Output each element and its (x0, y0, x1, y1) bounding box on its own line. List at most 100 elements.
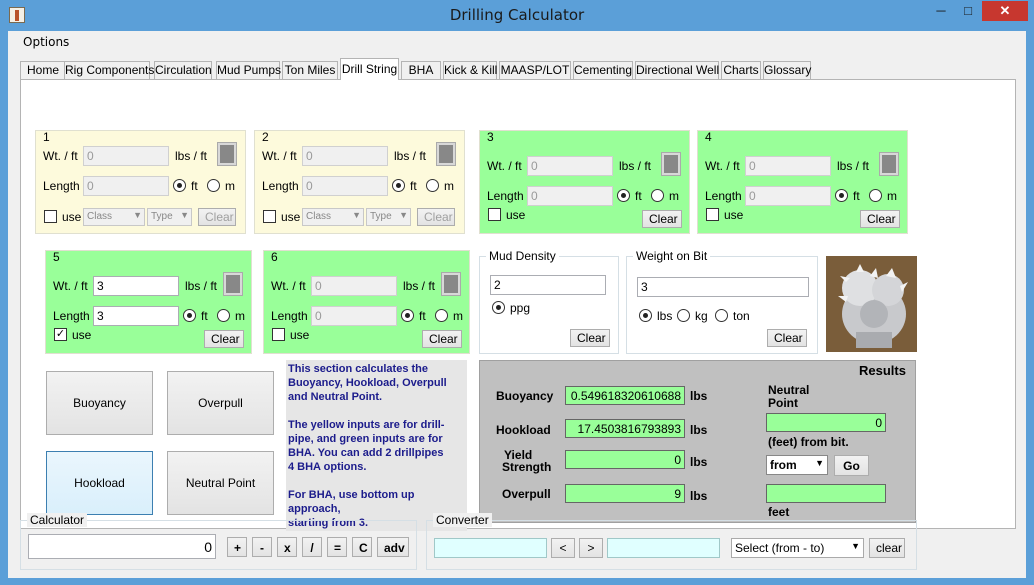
section-5-use-checkbox[interactable]: ✓ (54, 328, 67, 341)
m-radio[interactable] (426, 179, 439, 192)
m-radio[interactable] (217, 309, 230, 322)
calc-key-multiply[interactable]: x (277, 537, 297, 557)
section-4-color-swatch[interactable] (879, 152, 899, 176)
section-1-class-select[interactable]: Class ▼ (83, 208, 145, 226)
maximize-button[interactable]: □ (955, 1, 981, 21)
ft-label: ft (201, 309, 208, 323)
calc-key-plus[interactable]: + (227, 537, 247, 557)
section-5-wt-input[interactable] (93, 276, 179, 296)
section-2-length-input[interactable] (302, 176, 388, 196)
overpull-button[interactable]: Overpull (167, 371, 274, 435)
tab-rig-components[interactable]: Rig Components (64, 61, 154, 79)
drill-bit-image (826, 256, 917, 352)
section-1-color-swatch[interactable] (217, 142, 237, 166)
section-4-clear-button[interactable]: Clear (860, 210, 900, 228)
from-select[interactable]: from ▼ (766, 455, 828, 475)
tab-maasp-lot[interactable]: MAASP/LOT (499, 61, 571, 79)
section-3-wt-input[interactable] (527, 156, 613, 176)
ft-radio[interactable] (183, 309, 196, 322)
section-5-clear-button[interactable]: Clear (204, 330, 244, 348)
section-6-clear-button[interactable]: Clear (422, 330, 462, 348)
tab-kick-kill[interactable]: Kick & Kill (443, 61, 497, 79)
buoyancy-button[interactable]: Buoyancy (46, 371, 153, 435)
weight-on-bit-input[interactable] (637, 277, 809, 297)
section-6-use-checkbox[interactable] (272, 328, 285, 341)
calc-key-divide[interactable]: / (302, 537, 322, 557)
close-button[interactable]: ✕ (982, 1, 1028, 21)
section-2-use-checkbox[interactable] (263, 210, 276, 223)
minimize-button[interactable]: ─ (928, 1, 954, 21)
ft-radio[interactable] (392, 179, 405, 192)
calc-key-adv[interactable]: adv (377, 537, 409, 557)
converter-prev-button[interactable]: < (551, 538, 575, 558)
conversion-select[interactable]: Select (from - to) ▼ (731, 538, 864, 558)
section-6-length-input[interactable] (311, 306, 397, 326)
m-radio[interactable] (435, 309, 448, 322)
tab-home[interactable]: Home (20, 61, 66, 79)
converter-input-left[interactable] (434, 538, 547, 558)
section-3-length-input[interactable] (527, 186, 613, 206)
converter-next-button[interactable]: > (579, 538, 603, 558)
section-2-type-select[interactable]: Type ▼ (366, 208, 411, 226)
ft-radio[interactable] (617, 189, 630, 202)
ft-radio[interactable] (173, 179, 186, 192)
buoyancy-label: Buoyancy (496, 389, 554, 403)
ft-radio[interactable] (835, 189, 848, 202)
section-2-wt-input[interactable] (302, 146, 388, 166)
m-radio[interactable] (207, 179, 220, 192)
tab-mud-pumps[interactable]: Mud Pumps (216, 61, 281, 79)
tab-directional-well[interactable]: Directional Well (635, 61, 719, 79)
calculator-display[interactable] (28, 534, 216, 559)
ppg-radio[interactable] (492, 301, 505, 314)
section-6-wt-input[interactable] (311, 276, 397, 296)
section-1-use-checkbox[interactable] (44, 210, 57, 223)
length-label: Length (43, 179, 80, 193)
section-2-class-select[interactable]: Class ▼ (302, 208, 364, 226)
tab-charts[interactable]: Charts (721, 61, 761, 79)
section-2-color-swatch[interactable] (436, 142, 456, 166)
section-1-length-input[interactable] (83, 176, 169, 196)
tab-circulation[interactable]: Circulation (154, 61, 212, 79)
chevron-down-icon: ▼ (133, 210, 142, 220)
section-4-wt-input[interactable] (745, 156, 831, 176)
menu-options[interactable]: Options (23, 35, 69, 49)
wob-kg-radio[interactable] (677, 309, 690, 322)
section-4-use-checkbox[interactable] (706, 208, 719, 221)
use-label: use (62, 210, 82, 224)
section-3-color-swatch[interactable] (661, 152, 681, 176)
go-button[interactable]: Go (834, 455, 869, 476)
hookload-button[interactable]: Hookload (46, 451, 153, 515)
section-1-type-select[interactable]: Type ▼ (147, 208, 192, 226)
tab-bha[interactable]: BHA (401, 61, 441, 79)
tab-glossary[interactable]: Glossary (763, 61, 811, 79)
calc-key-minus[interactable]: - (252, 537, 272, 557)
section-3-clear-button[interactable]: Clear (642, 210, 682, 228)
info-line: pipe, and green inputs are for (288, 433, 443, 445)
section-1-wt-input[interactable] (83, 146, 169, 166)
converter-clear-button[interactable]: clear (869, 538, 905, 558)
tab-drill-string[interactable]: Drill String (340, 58, 399, 80)
neutral-point-button[interactable]: Neutral Point (167, 451, 274, 515)
section-5-length-input[interactable] (93, 306, 179, 326)
section-1-clear-button[interactable]: Clear (198, 208, 236, 226)
section-5-color-swatch[interactable] (223, 272, 243, 296)
calc-key-equals[interactable]: = (327, 537, 347, 557)
tab-cementing[interactable]: Cementing (573, 61, 633, 79)
mud-density-input[interactable] (490, 275, 606, 295)
ft-radio[interactable] (401, 309, 414, 322)
section-6-color-swatch[interactable] (441, 272, 461, 296)
wob-ton-radio[interactable] (715, 309, 728, 322)
weight-on-bit-clear-button[interactable]: Clear (767, 329, 807, 347)
section-3-title: 3 (487, 130, 494, 144)
tab-ton-miles[interactable]: Ton Miles (282, 61, 338, 79)
section-3-use-checkbox[interactable] (488, 208, 501, 221)
section-2-clear-button[interactable]: Clear (417, 208, 455, 226)
mud-density-clear-button[interactable]: Clear (570, 329, 610, 347)
calc-key-clear[interactable]: C (352, 537, 372, 557)
section-4-length-input[interactable] (745, 186, 831, 206)
wob-lbs-radio[interactable] (639, 309, 652, 322)
m-radio[interactable] (651, 189, 664, 202)
converter-input-right[interactable] (607, 538, 720, 558)
m-radio[interactable] (869, 189, 882, 202)
neutral-point-label-2: Point (768, 396, 798, 410)
